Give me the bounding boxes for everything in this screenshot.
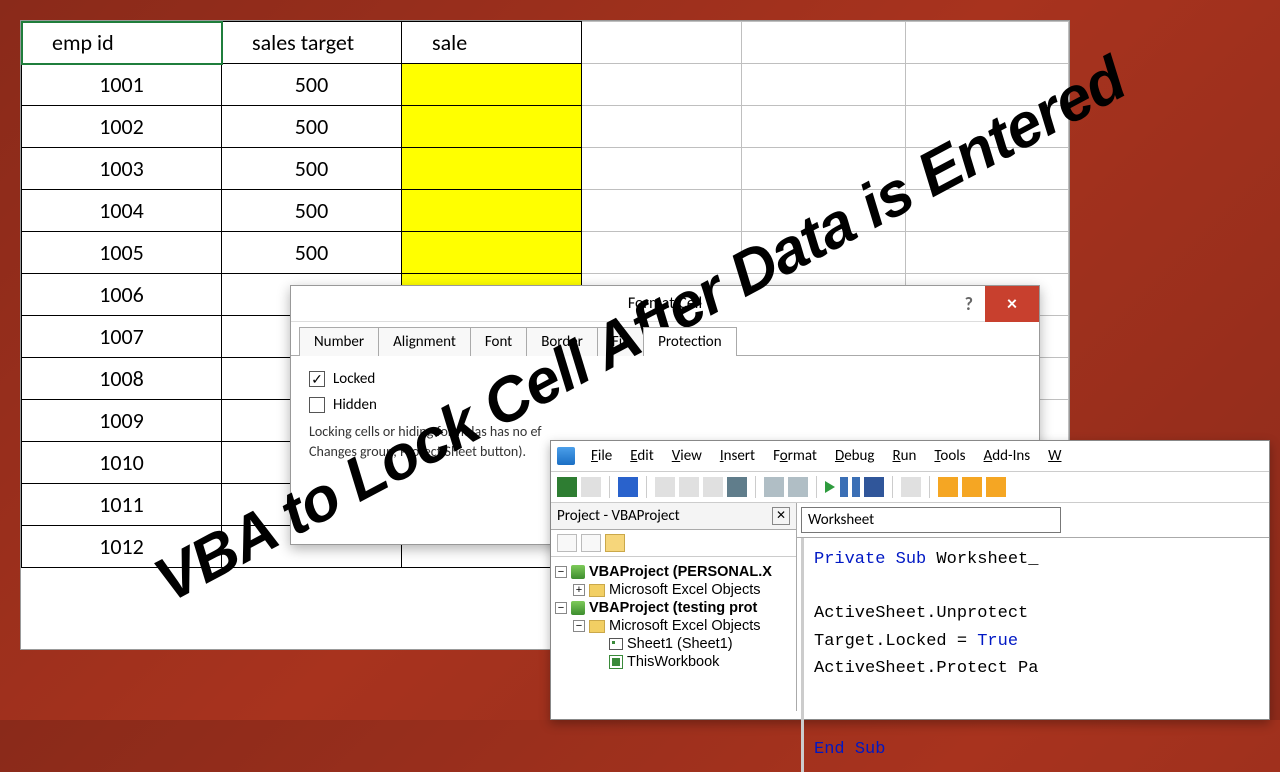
folder-icon [589, 584, 605, 597]
tree-thisworkbook[interactable]: ThisWorkbook [627, 654, 719, 670]
vbe-menubar: File Edit View Insert Format Debug Run T… [551, 441, 1269, 472]
table-header-row: emp id sales target sale [22, 22, 1069, 64]
menu-tools[interactable]: Tools [926, 445, 973, 467]
project-panel-title: Project - VBAProject [557, 507, 680, 525]
menu-run[interactable]: Run [885, 445, 925, 467]
project-icon [571, 565, 585, 579]
tree-folder[interactable]: Microsoft Excel Objects [609, 582, 761, 598]
properties-icon[interactable] [962, 477, 982, 497]
run-icon[interactable] [825, 481, 836, 493]
table-row: 1005500 [22, 232, 1069, 274]
hidden-checkbox[interactable]: Hidden [309, 396, 1021, 414]
table-row: 1001500 [22, 64, 1069, 106]
tree-sheet1[interactable]: Sheet1 (Sheet1) [627, 636, 733, 652]
expand-icon[interactable]: + [573, 584, 585, 596]
help-button[interactable]: ? [965, 293, 973, 315]
workbook-icon [609, 655, 623, 669]
close-button[interactable]: × [985, 286, 1039, 322]
table-row: 1002500 [22, 106, 1069, 148]
menu-debug[interactable]: Debug [827, 445, 883, 467]
menu-addins[interactable]: Add-Ins [976, 445, 1039, 467]
collapse-icon[interactable]: − [573, 620, 585, 632]
folder-icon [589, 620, 605, 633]
object-dropdown[interactable] [801, 507, 1061, 533]
reset-icon[interactable] [864, 477, 884, 497]
checkbox-icon: ✓ [309, 371, 325, 387]
tree-project-testing[interactable]: VBAProject (testing prot [589, 600, 757, 616]
locked-checkbox[interactable]: ✓ Locked [309, 370, 1021, 388]
view-object-icon[interactable] [581, 534, 601, 552]
tab-border[interactable]: Border [526, 327, 598, 356]
col-header-empid[interactable]: emp id [22, 22, 222, 64]
project-icon [571, 601, 585, 615]
design-icon[interactable] [901, 477, 921, 497]
tab-protection[interactable]: Protection [643, 327, 736, 356]
close-panel-icon[interactable]: ✕ [772, 507, 790, 525]
excel-icon[interactable] [557, 477, 577, 497]
project-tree[interactable]: − VBAProject (PERSONAL.X + Microsoft Excel… [551, 557, 796, 677]
tab-fill[interactable]: Fill [597, 327, 644, 356]
project-explorer: Project - VBAProject ✕ − VBAProject (PERS… [551, 503, 797, 711]
tab-alignment[interactable]: Alignment [378, 327, 471, 356]
collapse-icon[interactable]: − [555, 566, 567, 578]
tree-project-personal[interactable]: VBAProject (PERSONAL.X [589, 564, 772, 580]
project-explorer-icon[interactable] [938, 477, 958, 497]
toggle-folders-icon[interactable] [605, 534, 625, 552]
vba-editor: File Edit View Insert Format Debug Run T… [550, 440, 1270, 720]
collapse-icon[interactable]: − [555, 602, 567, 614]
dropdown-icon[interactable] [581, 477, 601, 497]
paste-icon[interactable] [703, 477, 723, 497]
menu-file[interactable]: File [583, 445, 620, 467]
save-icon[interactable] [618, 477, 638, 497]
worksheet-icon [609, 638, 623, 650]
menu-insert[interactable]: Insert [712, 445, 763, 467]
table-row: 1003500 [22, 148, 1069, 190]
menu-window[interactable]: W [1040, 445, 1069, 467]
locked-label: Locked [333, 370, 375, 388]
redo-icon[interactable] [788, 477, 808, 497]
undo-icon[interactable] [764, 477, 784, 497]
dialog-title: Format Cell [291, 294, 1039, 313]
menu-edit[interactable]: Edit [622, 445, 661, 467]
col-header-sale[interactable]: sale [402, 22, 582, 64]
view-code-icon[interactable] [557, 534, 577, 552]
empty-cell[interactable] [582, 22, 742, 64]
menu-format[interactable]: Format [765, 445, 825, 467]
object-browser-icon[interactable] [986, 477, 1006, 497]
col-header-target[interactable]: sales target [222, 22, 402, 64]
menu-view[interactable]: View [664, 445, 710, 467]
empty-cell[interactable] [742, 22, 906, 64]
empty-cell[interactable] [905, 22, 1069, 64]
hidden-label: Hidden [333, 396, 377, 414]
tab-number[interactable]: Number [299, 327, 379, 356]
vbe-toolbar [551, 472, 1269, 503]
code-editor[interactable]: Private Sub Worksheet_ ActiveSheet.Unpro… [801, 538, 1269, 772]
tab-font[interactable]: Font [470, 327, 527, 356]
table-row: 1004500 [22, 190, 1069, 232]
cut-icon[interactable] [655, 477, 675, 497]
copy-icon[interactable] [679, 477, 699, 497]
dialog-tabs: Number Alignment Font Border Fill Protec… [291, 322, 1039, 356]
tree-folder[interactable]: Microsoft Excel Objects [609, 618, 761, 634]
find-icon[interactable] [727, 477, 747, 497]
vba-icon [557, 447, 575, 465]
break-icon[interactable] [840, 477, 860, 497]
checkbox-icon [309, 397, 325, 413]
